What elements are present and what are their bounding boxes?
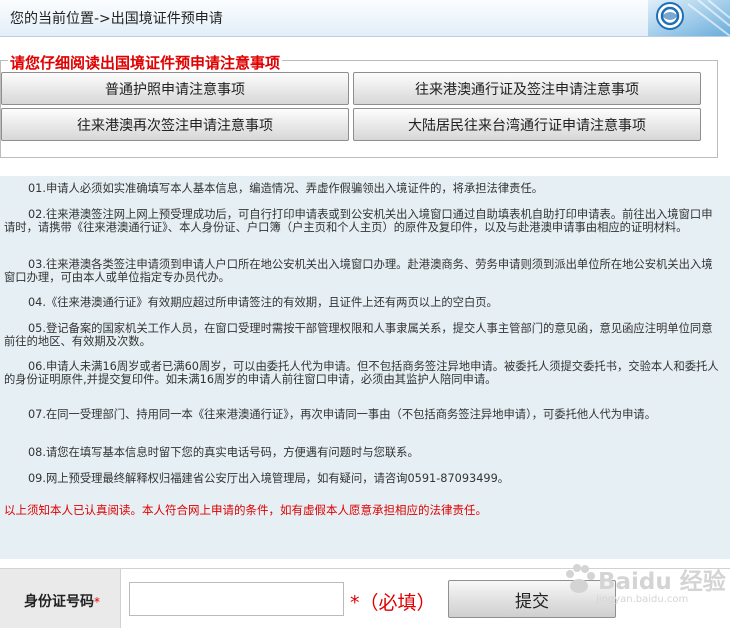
rule-item: 09.网上预受理最终解释权归福建省公安厅出入境管理局，如有疑问，请咨询0591-… <box>28 472 510 485</box>
taiwan-permit-notice-button[interactable]: 大陆居民往来台湾通行证申请注意事项 <box>353 108 701 141</box>
id-form-row: 身份证号码* *（必填） 提交 <box>0 568 730 628</box>
submit-button[interactable]: 提交 <box>448 580 616 618</box>
id-label-cell: 身份证号码* <box>0 569 121 628</box>
required-star: * <box>94 595 100 609</box>
police-emblem-icon <box>648 0 730 36</box>
notice-title: 请您仔细阅读出国境证件预申请注意事项 <box>8 52 283 73</box>
id-number-input[interactable] <box>129 582 344 616</box>
header-bar: 您的当前位置->出国境证件预申请 <box>0 0 730 37</box>
legal-warning: 以上须知本人已认真阅读。本人符合网上申请的条件，如有虚假本人愿意承担相应的法律责… <box>4 503 487 517</box>
hk-macao-reendorse-notice-button[interactable]: 往来港澳再次签注申请注意事项 <box>1 108 349 141</box>
rule-item: 05.登记备案的国家机关工作人员，在窗口受理时需按干部管理权限和人事隶属关系，提… <box>4 322 713 348</box>
rule-item: 04.《往来港澳通行证》有效期应超过所申请签注的有效期，且证件上还有两页以上的空… <box>28 296 498 309</box>
rule-item: 08.请您在填写基本信息时留下您的真实电话号码，方便遇有问题时与您联系。 <box>28 446 419 459</box>
rule-item: 02.往来港澳签注网上网上预受理成功后，可自行打印申请表或到公安机关出入境窗口通… <box>4 208 713 234</box>
required-note: *（必填） <box>350 592 436 614</box>
passport-notice-button[interactable]: 普通护照申请注意事项 <box>1 72 349 105</box>
hk-macao-permit-notice-button[interactable]: 往来港澳通行证及签注申请注意事项 <box>353 72 701 105</box>
rule-item: 03.往来港澳各类签注申请须到申请人户口所在地公安机关出入境窗口办理。赴港澳商务… <box>4 258 713 284</box>
rule-item: 06.申请人未满16周岁或者已满60周岁，可以由委托人代为申请。但不包括商务签注… <box>4 360 719 386</box>
breadcrumb: 您的当前位置->出国境证件预申请 <box>10 11 223 27</box>
rule-item: 07.在同一受理部门、持用同一本《往来港澳通行证》，再次申请同一事由（不包括商务… <box>28 408 656 421</box>
rule-item: 01.申请人必须如实准确填写本人基本信息，编造情况、弄虚作假骗领出入境证件的，将… <box>28 182 544 195</box>
rules-panel: 01.申请人必须如实准确填写本人基本信息，编造情况、弄虚作假骗领出入境证件的，将… <box>0 176 730 559</box>
id-label: 身份证号码* <box>24 591 100 611</box>
id-label-text: 身份证号码 <box>24 594 94 610</box>
